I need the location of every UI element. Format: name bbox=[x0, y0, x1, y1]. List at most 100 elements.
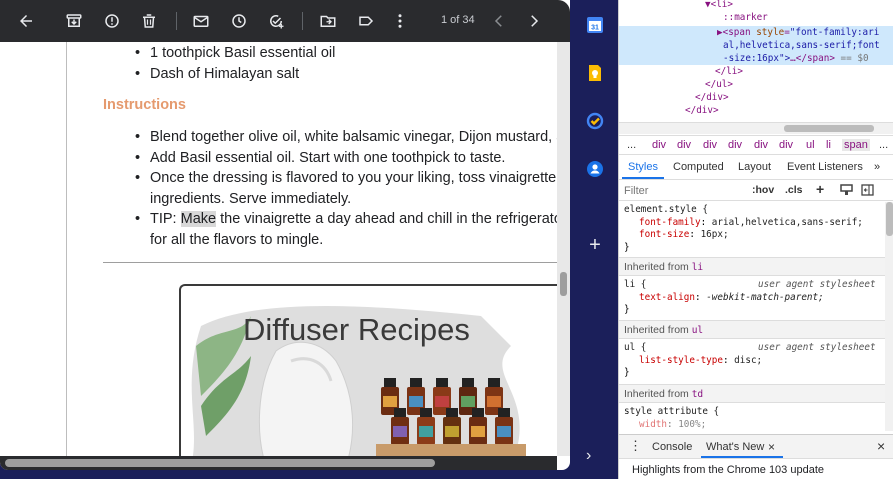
breadcrumb-overflow[interactable]: ... bbox=[627, 139, 636, 151]
scrollbar-thumb[interactable] bbox=[560, 272, 567, 296]
expand-panel-icon[interactable]: › bbox=[586, 447, 591, 465]
newer-icon[interactable] bbox=[488, 10, 510, 32]
inherited-section-header: Inherited from ul bbox=[619, 320, 885, 339]
css-rule-selector[interactable]: style attribute { bbox=[624, 406, 719, 419]
dom-node[interactable]: </div> bbox=[695, 91, 729, 104]
vertical-scrollbar[interactable] bbox=[557, 42, 570, 456]
ua-stylesheet-label: user agent stylesheet bbox=[758, 279, 876, 290]
quote-border bbox=[66, 42, 67, 456]
hov-toggle[interactable]: :hov bbox=[752, 184, 774, 196]
breadcrumb-item[interactable]: li bbox=[826, 139, 831, 151]
recipe-image-title: Diffuser Recipes bbox=[243, 312, 470, 347]
breadcrumb-item[interactable]: div bbox=[703, 139, 717, 151]
gmail-window: 1 of 34 1 toothpick Basil essential oil … bbox=[0, 0, 570, 470]
get-addons-icon[interactable]: + bbox=[584, 234, 606, 256]
toggle-sidebar-icon[interactable] bbox=[861, 184, 874, 199]
highlighted-word[interactable]: Make bbox=[180, 211, 217, 227]
tab-computed[interactable]: Computed bbox=[673, 161, 724, 173]
tip-prefix: TIP: bbox=[150, 211, 181, 227]
breadcrumb-overflow[interactable]: ... bbox=[879, 139, 888, 151]
more-icon[interactable] bbox=[389, 10, 411, 32]
tab-layout[interactable]: Layout bbox=[738, 161, 771, 173]
tasks-app-icon[interactable] bbox=[584, 110, 606, 132]
archive-icon[interactable] bbox=[63, 10, 85, 32]
elements-hscrollbar[interactable] bbox=[619, 122, 893, 134]
css-declaration[interactable]: font-family: arial,helvetica,sans-serif; bbox=[639, 217, 863, 230]
calendar-day: 31 bbox=[591, 25, 599, 32]
breadcrumb-item-selected[interactable]: span bbox=[842, 139, 870, 151]
dom-node-attr-cont: al,helvetica,sans-serif;font bbox=[723, 40, 880, 51]
rule-close: } bbox=[624, 241, 630, 253]
whats-new-highlights: Highlights from the Chrome 103 update bbox=[619, 458, 893, 479]
tabs-overflow-icon[interactable]: » bbox=[874, 161, 880, 173]
breadcrumb-item[interactable]: div bbox=[728, 139, 742, 151]
tab-styles[interactable]: Styles bbox=[628, 161, 658, 173]
new-style-rule-button[interactable]: + bbox=[816, 181, 824, 197]
css-declaration[interactable]: list-style-type: disc; bbox=[639, 355, 762, 368]
back-arrow-icon[interactable] bbox=[15, 10, 37, 32]
drawer-menu-icon[interactable]: ⋮ bbox=[629, 438, 642, 454]
contacts-app-icon[interactable] bbox=[584, 158, 606, 180]
list-item-continuation: ingredients. Serve immediately. bbox=[150, 191, 352, 207]
breadcrumb-item[interactable]: div bbox=[677, 139, 691, 151]
list-item: Once the dressing is flavored to you you… bbox=[135, 168, 557, 189]
breadcrumb: ... div div div div div div ul li span .… bbox=[619, 135, 893, 155]
css-declaration[interactable]: font-size: 16px; bbox=[639, 229, 729, 242]
dom-node[interactable]: ::marker bbox=[723, 11, 768, 24]
tab-whats-new[interactable]: What's New bbox=[706, 441, 764, 453]
instructions-heading: Instructions bbox=[103, 97, 186, 113]
cls-toggle[interactable]: .cls bbox=[785, 184, 803, 196]
list-item: 1 toothpick Basil essential oil bbox=[135, 43, 335, 64]
styles-filter-bar: :hov .cls + bbox=[619, 181, 893, 201]
scrollbar-thumb[interactable] bbox=[784, 125, 874, 132]
email-toolbar: 1 of 34 bbox=[0, 0, 570, 42]
move-to-icon[interactable] bbox=[317, 10, 339, 32]
older-icon[interactable] bbox=[523, 10, 545, 32]
dom-node[interactable]: </li> bbox=[715, 65, 743, 78]
breadcrumb-item[interactable]: div bbox=[779, 139, 793, 151]
dom-node-selected[interactable]: ▶<span style="font-family:ari bbox=[717, 26, 879, 39]
breadcrumb-item[interactable]: div bbox=[754, 139, 768, 151]
list-item: Dash of Himalayan salt bbox=[135, 64, 299, 85]
scrollbar-thumb[interactable] bbox=[886, 202, 893, 236]
delete-icon[interactable] bbox=[138, 10, 160, 32]
css-rule-selector[interactable]: ul { bbox=[624, 342, 646, 355]
drawer-tabbar: ⋮ Console What's New × × bbox=[619, 434, 893, 458]
diffuser-recipes-image[interactable]: Diffuser Recipes bbox=[179, 284, 557, 456]
scrollbar-thumb[interactable] bbox=[5, 459, 435, 467]
close-drawer-icon[interactable]: × bbox=[877, 438, 885, 454]
inherited-section-header: Inherited from li bbox=[619, 257, 885, 276]
list-item-continuation: for all the flavors to mingle. bbox=[150, 232, 324, 248]
breadcrumb-item[interactable]: div bbox=[652, 139, 666, 151]
active-tab-indicator bbox=[622, 177, 664, 179]
styles-pane: element.style { font-family: arial,helve… bbox=[619, 202, 885, 431]
toolbar-divider bbox=[176, 12, 177, 30]
horizontal-rule bbox=[103, 262, 557, 263]
paint-icon[interactable] bbox=[840, 184, 853, 199]
horizontal-scrollbar[interactable] bbox=[0, 456, 557, 470]
rule-close: } bbox=[624, 304, 630, 315]
mark-unread-icon[interactable] bbox=[190, 10, 212, 32]
dom-node[interactable]: ▼<li> bbox=[705, 0, 733, 11]
tab-event-listeners[interactable]: Event Listeners bbox=[787, 161, 863, 173]
element-style-rule[interactable]: element.style { bbox=[624, 204, 708, 217]
devtools-panel: ▼<li> ::marker ▶<span style="font-family… bbox=[618, 0, 893, 479]
css-declaration[interactable]: width: 100%; bbox=[639, 419, 706, 432]
styles-filter-input[interactable] bbox=[624, 183, 739, 199]
close-tab-icon[interactable]: × bbox=[768, 440, 775, 454]
ua-stylesheet-label: user agent stylesheet bbox=[758, 342, 876, 353]
add-to-tasks-icon[interactable] bbox=[265, 10, 287, 32]
dom-node[interactable]: </div> bbox=[685, 104, 719, 117]
css-declaration[interactable]: text-align: -webkit-match-parent; bbox=[639, 292, 824, 305]
breadcrumb-item[interactable]: ul bbox=[806, 139, 815, 151]
label-icon[interactable] bbox=[355, 10, 377, 32]
report-spam-icon[interactable] bbox=[101, 10, 123, 32]
rule-close: } bbox=[624, 367, 630, 378]
styles-scrollbar[interactable] bbox=[885, 202, 893, 431]
snooze-icon[interactable] bbox=[228, 10, 250, 32]
dom-node[interactable]: </ul> bbox=[705, 78, 733, 91]
calendar-app-icon[interactable]: 31 bbox=[584, 14, 606, 36]
tab-console[interactable]: Console bbox=[652, 441, 692, 453]
keep-app-icon[interactable] bbox=[584, 62, 606, 84]
css-rule-selector[interactable]: li { bbox=[624, 279, 646, 292]
